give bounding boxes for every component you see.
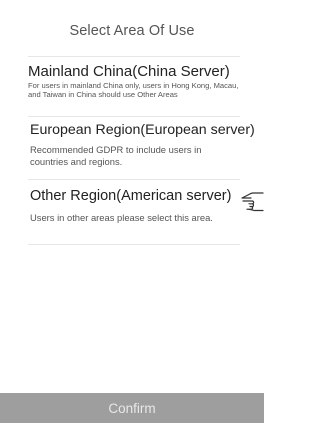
divider [28,179,240,180]
option-description: Recommended GDPR to include users in cou… [30,144,202,168]
option-title: Mainland China(China Server) [28,63,230,80]
option-description: For users in mainland China only, users … [28,81,239,100]
option-title: European Region(European server) [30,122,255,138]
area-select-screen: Select Area Of Use Mainland China(China … [0,0,264,423]
page-title: Select Area Of Use [69,23,195,39]
confirm-button[interactable]: Confirm [0,393,264,423]
option-description: Users in other areas please select this … [30,212,213,223]
option-other-region[interactable]: Other Region(American server) Users in o… [30,188,266,224]
divider [28,116,240,117]
pointing-hand-icon [241,192,264,212]
option-european-region[interactable]: European Region(European server) Recomme… [30,122,266,169]
option-mainland-china[interactable]: Mainland China(China Server) For users i… [28,63,264,100]
divider [28,56,240,57]
divider [28,244,240,245]
option-title: Other Region(American server) [30,188,232,204]
